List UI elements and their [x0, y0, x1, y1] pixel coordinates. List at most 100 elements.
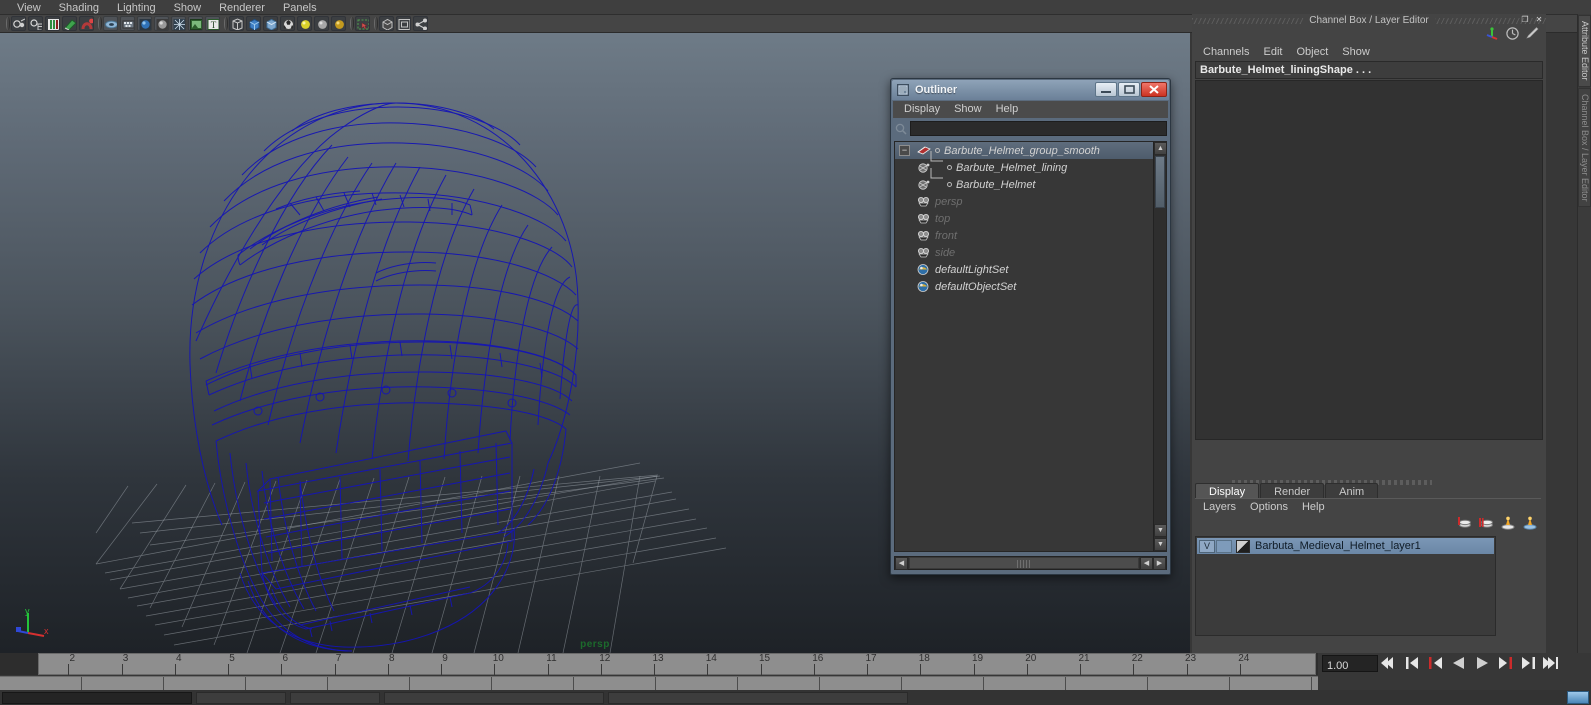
- menu-renderer[interactable]: Renderer: [210, 0, 274, 15]
- outliner-row-camera-persp[interactable]: persp: [895, 193, 1153, 210]
- outliner-row-default-object-set[interactable]: defaultObjectSet: [895, 278, 1153, 295]
- select-by-component-icon[interactable]: [28, 16, 43, 31]
- light-default-icon[interactable]: [297, 16, 312, 31]
- step-back-frame-button[interactable]: [1426, 653, 1446, 673]
- light-all-icon[interactable]: [314, 16, 329, 31]
- range-slider-segment[interactable]: [1230, 677, 1312, 691]
- tab-render[interactable]: Render: [1260, 483, 1325, 499]
- texture-filter-icon[interactable]: [120, 16, 135, 31]
- channel-box-title-bar[interactable]: Channel Box / Layer Editor ❐ ✕: [1192, 14, 1546, 28]
- outliner-search-input[interactable]: [910, 121, 1167, 136]
- time-slider-track[interactable]: 2 3 4 5 6 7 8 9 10 11 12 13 14 15 16 17 18 19 20 21 22 23 24: [38, 653, 1316, 675]
- outliner-row-mesh-helmet[interactable]: Barbute_Helmet: [895, 168, 1153, 193]
- outliner-title-bar[interactable]: Outliner: [892, 80, 1169, 100]
- tab-anim[interactable]: Anim: [1325, 483, 1379, 499]
- outliner-menu-show[interactable]: Show: [947, 102, 989, 117]
- expand-collapse-icon[interactable]: −: [899, 145, 910, 156]
- range-slider-segment[interactable]: [246, 677, 328, 691]
- menu-shading[interactable]: Shading: [50, 0, 108, 15]
- range-slider-segment[interactable]: [410, 677, 492, 691]
- scroll-left-button-2[interactable]: ◀: [1140, 556, 1153, 570]
- layer-visibility-icon[interactable]: [1500, 516, 1516, 535]
- mel-language-selector[interactable]: [196, 692, 286, 704]
- range-slider-segment[interactable]: [0, 677, 82, 691]
- channel-box-pen-icon[interactable]: [1525, 26, 1540, 46]
- create-layer-from-selected-icon[interactable]: [1478, 516, 1494, 535]
- four-view-layout-icon[interactable]: [396, 16, 411, 31]
- range-slider-segment[interactable]: [902, 677, 984, 691]
- scroll-down-button-2[interactable]: ▼: [1154, 538, 1166, 551]
- range-slider-segment[interactable]: [656, 677, 738, 691]
- range-slider-segment[interactable]: [984, 677, 1066, 691]
- outliner-window[interactable]: Outliner Display Show Help − Barbute_Hel…: [890, 78, 1171, 575]
- layer-row[interactable]: V Barbuta_Medieval_Helmet_layer1: [1197, 538, 1494, 554]
- channel-box-menu-channels[interactable]: Channels: [1196, 45, 1256, 59]
- hscrollbar-grip[interactable]: [1017, 560, 1031, 568]
- outliner-row-camera-front[interactable]: front: [895, 227, 1153, 244]
- play-forwards-button[interactable]: [1472, 653, 1492, 673]
- channel-box-attribute-area[interactable]: [1195, 80, 1543, 440]
- outliner-vertical-scrollbar[interactable]: ▲ ▼ ▼: [1153, 142, 1166, 551]
- grab-viewport-region-icon[interactable]: [355, 16, 370, 31]
- range-slider-segment[interactable]: [738, 677, 820, 691]
- vtab-attribute-editor[interactable]: Attribute Editor: [1578, 15, 1591, 87]
- isolate-select-icon[interactable]: [229, 16, 244, 31]
- go-to-start-button[interactable]: [1380, 653, 1400, 673]
- layer-menu-layers[interactable]: Layers: [1196, 500, 1243, 515]
- menu-lighting[interactable]: Lighting: [108, 0, 165, 15]
- tab-display[interactable]: Display: [1195, 483, 1260, 499]
- range-slider-segment[interactable]: [492, 677, 574, 691]
- scroll-down-button[interactable]: ▼: [1154, 524, 1166, 537]
- scroll-left-button[interactable]: ◀: [895, 556, 908, 570]
- snap-magnet-icon[interactable]: [79, 16, 94, 31]
- layer-menu-options[interactable]: Options: [1243, 500, 1295, 515]
- command-feedback-field[interactable]: [290, 692, 380, 704]
- layer-list[interactable]: V Barbuta_Medieval_Helmet_layer1: [1195, 536, 1496, 636]
- outliner-menu-display[interactable]: Display: [897, 102, 947, 117]
- text-display-icon[interactable]: T: [205, 16, 220, 31]
- status-message-field[interactable]: [608, 692, 908, 704]
- current-frame-field[interactable]: 1.00: [1322, 655, 1378, 672]
- layer-color-swatch[interactable]: [1236, 539, 1250, 553]
- lighting-sphere-icon[interactable]: [137, 16, 152, 31]
- create-empty-layer-icon[interactable]: [1456, 516, 1472, 535]
- light-shadow-icon[interactable]: [331, 16, 346, 31]
- layer-menu-help[interactable]: Help: [1295, 500, 1332, 515]
- hypergraph-icon[interactable]: [413, 16, 428, 31]
- channel-box-node-name-field[interactable]: Barbute_Helmet_liningShape . . .: [1195, 61, 1543, 79]
- outliner-row-camera-top[interactable]: top: [895, 210, 1153, 227]
- hscrollbar-track[interactable]: [909, 557, 1139, 569]
- help-line-field[interactable]: [384, 692, 604, 704]
- channel-box-menu-object[interactable]: Object: [1289, 45, 1335, 59]
- paint-selection-icon[interactable]: [62, 16, 77, 31]
- time-slider[interactable]: 2 3 4 5 6 7 8 9 10 11 12 13 14 15 16 17 18 19 20 21 22 23 24: [0, 653, 1318, 675]
- channel-box-menu-edit[interactable]: Edit: [1256, 45, 1289, 59]
- close-panel-button[interactable]: ✕: [1533, 15, 1545, 26]
- outliner-row-default-light-set[interactable]: defaultLightSet: [895, 261, 1153, 278]
- smooth-shade-cube-icon[interactable]: [263, 16, 278, 31]
- undock-button[interactable]: ❐: [1519, 15, 1531, 26]
- texture-display-icon[interactable]: [188, 16, 203, 31]
- outliner-tree-body[interactable]: − Barbute_Helmet_group_smooth Barbute_He…: [894, 141, 1167, 552]
- range-slider-segment[interactable]: [574, 677, 656, 691]
- close-button[interactable]: [1141, 82, 1167, 97]
- menu-panels[interactable]: Panels: [274, 0, 326, 15]
- range-slider-segment[interactable]: [82, 677, 164, 691]
- scroll-up-button[interactable]: ▲: [1154, 142, 1166, 155]
- outliner-row-camera-side[interactable]: side: [895, 244, 1153, 261]
- shaded-sphere-icon[interactable]: [154, 16, 169, 31]
- range-slider-segment[interactable]: [820, 677, 902, 691]
- range-slider-segment[interactable]: [1148, 677, 1230, 691]
- outliner-menu-help[interactable]: Help: [989, 102, 1026, 117]
- outliner-horizontal-scrollbar[interactable]: ◀ ◀ ▶: [894, 556, 1167, 570]
- range-slider-segment[interactable]: [328, 677, 410, 691]
- menu-show[interactable]: Show: [165, 0, 211, 15]
- xray-shading-icon[interactable]: [103, 16, 118, 31]
- scroll-right-button[interactable]: ▶: [1153, 556, 1166, 570]
- channel-box-axis-icon[interactable]: [1485, 26, 1500, 46]
- menu-view[interactable]: View: [8, 0, 50, 15]
- highlight-selection-mode-icon[interactable]: [45, 16, 60, 31]
- polygon-box-icon[interactable]: [246, 16, 261, 31]
- range-slider[interactable]: [0, 676, 1318, 691]
- minimize-button[interactable]: [1095, 82, 1117, 97]
